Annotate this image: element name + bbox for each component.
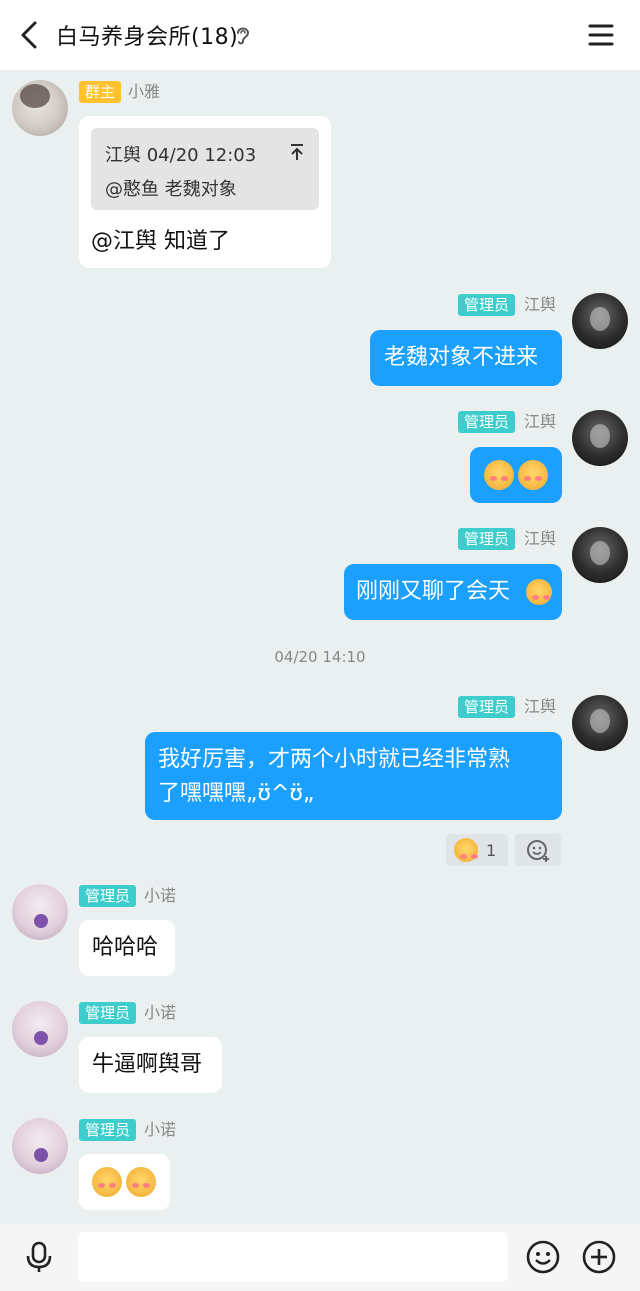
input-bar [0, 1224, 640, 1291]
blush-emoji-icon [518, 460, 548, 490]
avatar-xiaonuo[interactable] [12, 884, 68, 940]
mic-icon[interactable] [22, 1240, 56, 1274]
add-reaction-icon [527, 840, 549, 862]
ear-icon[interactable] [233, 24, 253, 46]
role-badge-admin: 管理员 [458, 528, 516, 550]
chat-title: 白马养身会所(18) [56, 25, 239, 50]
sender-name: 江舆 [524, 412, 557, 431]
message-text: 哈哈哈 [92, 935, 159, 960]
starry-eyes-emoji-icon [126, 1167, 156, 1197]
emoji-icon[interactable] [525, 1239, 561, 1275]
avatar-jiangyu[interactable] [572, 527, 628, 583]
shy-emoji-icon [454, 838, 478, 862]
role-badge-admin: 管理员 [79, 1002, 137, 1024]
avatar-jiangyu[interactable] [572, 695, 628, 751]
quote-header: 江舆 04/20 12:03 [105, 145, 257, 166]
sender-name: 江舆 [524, 295, 557, 314]
chat-header: 白马养身会所(18) [0, 0, 640, 70]
message-text: @江舆 知道了 [91, 229, 230, 254]
quoted-message[interactable]: 江舆 04/20 12:03 @憨鱼 老魏对象 [91, 128, 319, 210]
role-badge-owner: 群主 [79, 81, 122, 103]
message-text-line1: 我好厉害，才两个小时就已经非常熟 [158, 747, 511, 772]
reply-arrow-icon [291, 144, 303, 160]
sender-name: 小诺 [144, 1120, 177, 1139]
role-badge-admin: 管理员 [458, 294, 516, 316]
avatar-jiangyu[interactable] [572, 293, 628, 349]
plus-icon[interactable] [581, 1239, 617, 1275]
back-arrow-icon [21, 21, 37, 49]
quote-body: @憨鱼 老魏对象 [105, 179, 237, 200]
message-bubble[interactable]: 老魏对象不进来 [370, 330, 562, 386]
message-bubble-emoji[interactable] [79, 1154, 170, 1210]
sender-name: 小诺 [144, 886, 177, 905]
back-button[interactable] [12, 18, 46, 52]
blush-emoji-icon [484, 460, 514, 490]
message-bubble[interactable]: 哈哈哈 [79, 920, 175, 976]
message-bubble-quoted[interactable]: 江舆 04/20 12:03 @憨鱼 老魏对象 @江舆 知道了 [79, 116, 331, 268]
message-text: 老魏对象不进来 [384, 345, 539, 370]
timestamp: 04/20 14:10 [274, 648, 366, 666]
role-badge-admin: 管理员 [458, 411, 516, 433]
message-bubble[interactable]: 刚刚又聊了会天 [344, 564, 562, 620]
avatar-xiaoya[interactable] [12, 80, 68, 136]
reaction-chip[interactable]: 1 [446, 834, 508, 866]
message-text: 刚刚又聊了会天 [356, 579, 511, 604]
add-reaction-button[interactable] [515, 834, 561, 866]
message-input[interactable] [78, 1232, 508, 1282]
message-text: 牛逼啊舆哥 [92, 1052, 203, 1077]
avatar-jiangyu[interactable] [572, 410, 628, 466]
message-text-line2: 了嘿嘿嘿„ʊ̈^ʊ̈„ [158, 781, 315, 806]
sender-name: 江舆 [524, 529, 557, 548]
menu-icon[interactable] [584, 20, 618, 50]
sender-name: 小雅 [128, 82, 161, 101]
happy-emoji-icon [526, 579, 552, 605]
sender-name: 小诺 [144, 1003, 177, 1022]
avatar-xiaonuo[interactable] [12, 1001, 68, 1057]
sender-name: 江舆 [524, 697, 557, 716]
role-badge-admin: 管理员 [79, 885, 137, 907]
starry-eyes-emoji-icon [92, 1167, 122, 1197]
message-bubble[interactable]: 我好厉害，才两个小时就已经非常熟 了嘿嘿嘿„ʊ̈^ʊ̈„ [145, 732, 562, 820]
message-bubble-emoji[interactable] [470, 447, 562, 503]
role-badge-admin: 管理员 [79, 1119, 137, 1141]
reaction-count: 1 [486, 840, 497, 860]
message-bubble[interactable]: 牛逼啊舆哥 [79, 1037, 222, 1093]
role-badge-admin: 管理员 [458, 696, 516, 718]
avatar-xiaonuo[interactable] [12, 1118, 68, 1174]
